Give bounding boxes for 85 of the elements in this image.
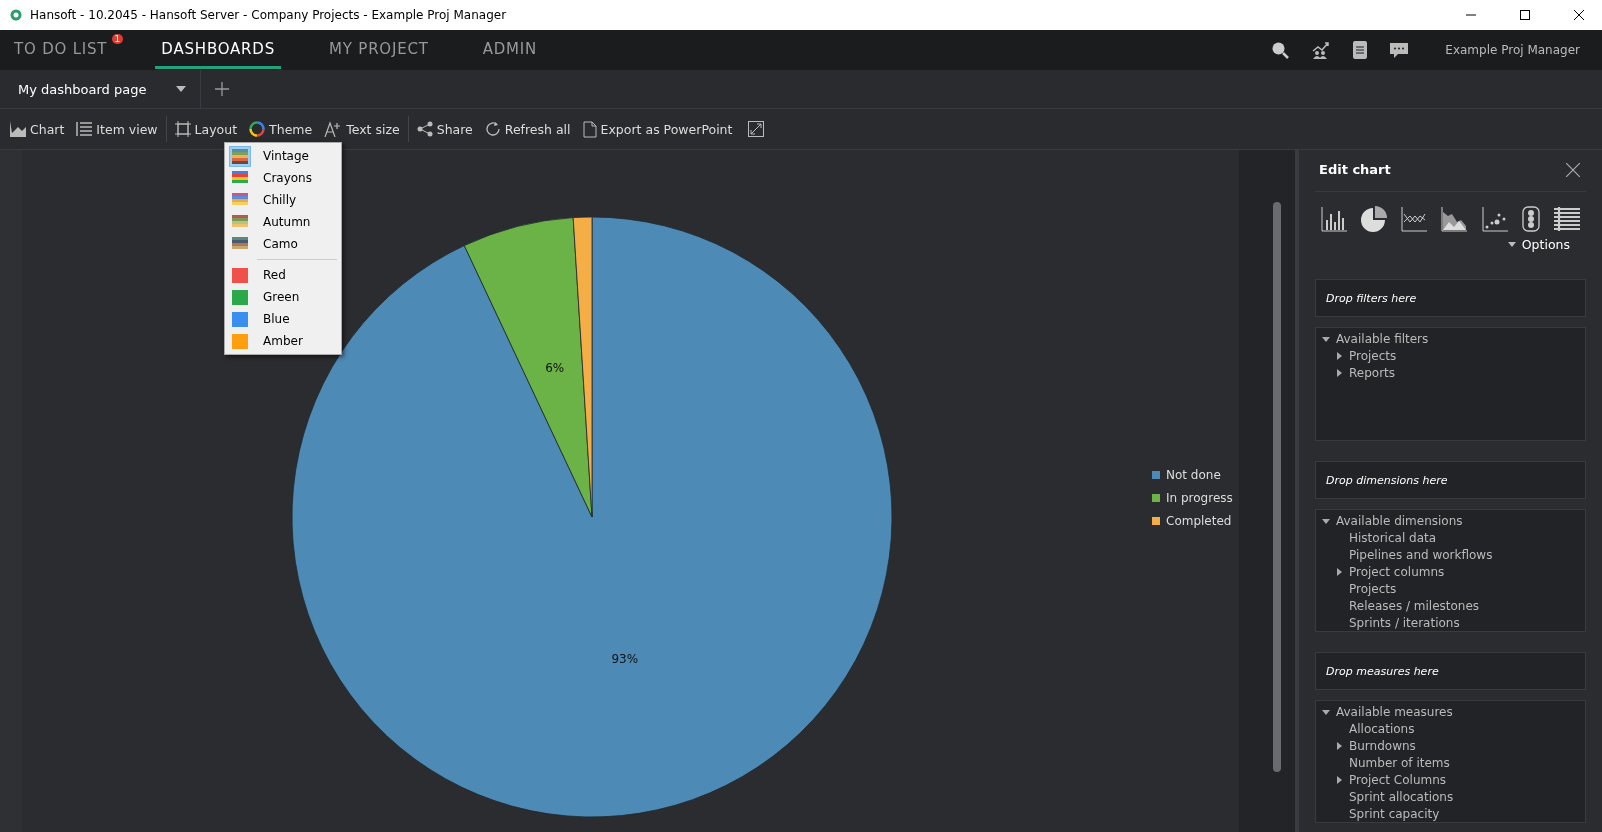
- options-button[interactable]: Options: [1501, 236, 1576, 253]
- theme-menu-item[interactable]: Chilly: [225, 189, 341, 211]
- tree-item[interactable]: Reports: [1349, 365, 1396, 380]
- legend-label: Completed: [1166, 514, 1232, 528]
- close-icon[interactable]: [1573, 9, 1585, 21]
- tree-item[interactable]: Projects: [1349, 581, 1397, 596]
- text-size-icon: [324, 121, 343, 137]
- theme-menu-item[interactable]: Vintage: [225, 145, 341, 167]
- tree-item[interactable]: Allocations: [1349, 721, 1415, 736]
- tree-item[interactable]: Available dimensions: [1336, 513, 1463, 528]
- chat-icon[interactable]: [1389, 41, 1410, 59]
- add-icon[interactable]: [215, 82, 230, 96]
- refresh-icon: [484, 121, 501, 137]
- notification-badge: 1: [111, 33, 124, 44]
- theme-menu-item[interactable]: Camo: [225, 233, 341, 255]
- scatter-chart-icon[interactable]: [1481, 206, 1508, 232]
- expanded-caret-icon[interactable]: [1322, 516, 1330, 525]
- tree-item[interactable]: Projects: [1349, 348, 1397, 363]
- panel-title: Edit chart: [1319, 162, 1391, 177]
- color-wheel-icon: [249, 121, 266, 137]
- dashboard-page-tab[interactable]: My dashboard page: [0, 70, 202, 108]
- tree-item[interactable]: Historical data: [1349, 530, 1437, 545]
- nav-tab[interactable]: MY PROJECT: [323, 31, 435, 69]
- layout-icon: [174, 121, 191, 137]
- tree-item[interactable]: Available measures: [1336, 704, 1453, 719]
- toolbar-button[interactable]: Chart: [4, 117, 71, 141]
- table-icon[interactable]: [1553, 207, 1580, 231]
- caret-icon[interactable]: [176, 86, 187, 92]
- caret-icon: [1507, 242, 1516, 247]
- toolbar-button[interactable]: Export as PowerPoint: [576, 116, 739, 142]
- tree-item[interactable]: Project Columns: [1349, 772, 1447, 787]
- tree-item[interactable]: Project columns: [1349, 564, 1445, 579]
- scrollbar-thumb[interactable]: [1273, 202, 1281, 772]
- document-export-icon: [582, 120, 597, 138]
- collapsed-caret-icon[interactable]: [1335, 567, 1343, 576]
- theme-menu-item[interactable]: Amber: [225, 330, 341, 352]
- collapsed-caret-icon[interactable]: [1335, 368, 1343, 377]
- toolbar-button[interactable]: Share: [410, 117, 479, 141]
- close-icon[interactable]: [1566, 162, 1580, 177]
- drop-zone[interactable]: Drop measures here: [1315, 652, 1586, 690]
- collapsed-caret-icon[interactable]: [1335, 775, 1343, 784]
- tree-item[interactable]: Sprint allocations: [1349, 789, 1454, 804]
- document-icon[interactable]: [1353, 41, 1368, 59]
- tree-item[interactable]: Releases / milestones: [1349, 598, 1480, 613]
- slice-label: 6%: [545, 360, 565, 375]
- user-name[interactable]: Example Proj Manager: [1445, 43, 1580, 57]
- toolbar-button[interactable]: Text size: [318, 117, 406, 141]
- tree-item[interactable]: Number of items: [1349, 755, 1450, 770]
- nav-tab[interactable]: ADMIN: [476, 31, 544, 69]
- drop-zone[interactable]: Drop dimensions here: [1315, 461, 1586, 499]
- theme-menu-item[interactable]: Autumn: [225, 211, 341, 233]
- legend-label: In progress: [1166, 491, 1233, 505]
- collapsed-caret-icon[interactable]: [1335, 351, 1343, 360]
- list-icon: [76, 121, 93, 137]
- pie-chart-icon[interactable]: [1361, 206, 1388, 232]
- legend-label: Not done: [1166, 468, 1221, 482]
- theme-menu-item[interactable]: Red: [225, 264, 341, 286]
- tree-item[interactable]: Available filters: [1336, 331, 1429, 346]
- fullscreen-icon[interactable]: [748, 121, 765, 137]
- theme-menu-item[interactable]: Crayons: [225, 167, 341, 189]
- maximize-icon[interactable]: [1519, 9, 1531, 21]
- toolbar-button[interactable]: Layout: [168, 117, 244, 141]
- search-icon[interactable]: [1271, 41, 1290, 59]
- expanded-caret-icon[interactable]: [1322, 707, 1330, 716]
- toolbar-button[interactable]: Refresh all: [478, 117, 577, 141]
- traffic-light-icon[interactable]: [1521, 206, 1540, 232]
- window-title: Hansoft - 10.2045 - Hansoft Server - Company Projects - Example Proj Manager: [30, 8, 507, 22]
- tree-item[interactable]: Sprint capacity: [1349, 806, 1440, 821]
- expanded-caret-icon[interactable]: [1322, 334, 1330, 343]
- nav-tab[interactable]: TO DO LIST: [8, 31, 114, 69]
- area-chart-icon[interactable]: [1441, 206, 1468, 232]
- app-icon: [10, 9, 22, 21]
- slice-label: 93%: [611, 652, 639, 667]
- share-icon: [416, 121, 433, 137]
- toolbar-button[interactable]: Theme: [243, 117, 319, 141]
- people-chart-icon[interactable]: [1311, 41, 1332, 59]
- tree-item[interactable]: Burndowns: [1349, 738, 1416, 753]
- toolbar-button[interactable]: Item view: [70, 117, 164, 141]
- bar-chart-icon[interactable]: [1321, 206, 1347, 232]
- tree-item[interactable]: Sprints / iterations: [1349, 615, 1460, 630]
- tree-item[interactable]: Pipelines and workflows: [1349, 547, 1493, 562]
- theme-menu-item[interactable]: Green: [225, 286, 341, 308]
- theme-menu-item[interactable]: Blue: [225, 308, 341, 330]
- drop-zone[interactable]: Drop filters here: [1315, 279, 1586, 317]
- collapsed-caret-icon[interactable]: [1335, 741, 1343, 750]
